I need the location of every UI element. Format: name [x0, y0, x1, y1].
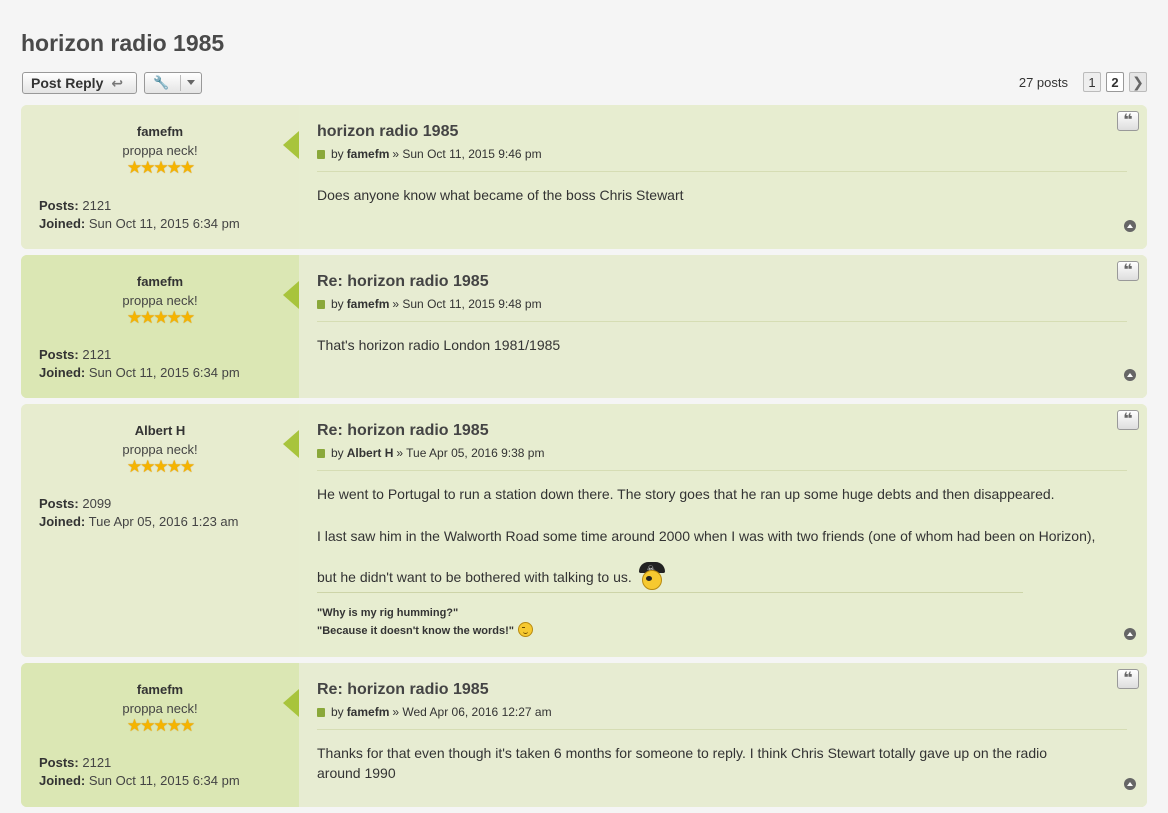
page-title[interactable]: horizon radio 1985 — [21, 30, 224, 57]
post-title[interactable]: horizon radio 1985 — [317, 123, 458, 141]
divider — [317, 171, 1127, 172]
file-icon[interactable] — [317, 448, 325, 458]
joined-stat: Joined: Tue Apr 05, 2016 1:23 am — [39, 514, 239, 529]
file-icon[interactable] — [317, 149, 325, 159]
divider — [180, 75, 181, 91]
post: famefm proppa neck! ★★★★★ Posts: 2121 Jo… — [21, 663, 1147, 807]
arrow-up-circle-icon[interactable] — [1124, 778, 1136, 790]
post-arrow — [283, 281, 299, 309]
quote-icon[interactable]: ❝ — [1117, 261, 1139, 281]
post-reply-button[interactable]: Post Reply ↩ — [22, 72, 137, 94]
post-title[interactable]: Re: horizon radio 1985 — [317, 273, 489, 291]
post-author-link[interactable]: famefm — [347, 297, 390, 311]
post-profile: famefm proppa neck! ★★★★★ Posts: 2121 Jo… — [21, 255, 299, 398]
wink-smiley-icon — [518, 622, 534, 637]
divider — [317, 321, 1127, 322]
post-meta: by famefm » Sun Oct 11, 2015 9:46 pm — [317, 147, 542, 161]
user-rank: proppa neck! — [122, 442, 198, 457]
posts-stat: Posts: 2121 — [39, 755, 112, 770]
post: famefm proppa neck! ★★★★★ Posts: 2121 Jo… — [21, 105, 1147, 249]
user-rank: proppa neck! — [122, 293, 198, 308]
post-arrow — [283, 430, 299, 458]
post-body: Re: horizon radio 1985 by famefm » Wed A… — [299, 663, 1147, 807]
arrow-up-circle-icon[interactable] — [1124, 628, 1136, 640]
username[interactable]: famefm — [21, 274, 299, 289]
rank-stars-icon: ★★★★★ — [126, 158, 195, 177]
joined-stat: Joined: Sun Oct 11, 2015 6:34 pm — [39, 365, 240, 380]
username[interactable]: famefm — [21, 124, 299, 139]
reply-arrow-icon: ↩ — [111, 74, 124, 91]
post-profile: Albert H proppa neck! ★★★★★ Posts: 2099 … — [21, 404, 299, 657]
post-title[interactable]: Re: horizon radio 1985 — [317, 422, 489, 440]
arrow-up-circle-icon[interactable] — [1124, 220, 1136, 232]
post: Albert H proppa neck! ★★★★★ Posts: 2099 … — [21, 404, 1147, 657]
post-content: Does anyone know what became of the boss… — [317, 187, 684, 203]
rank-stars-icon: ★★★★★ — [126, 457, 195, 476]
post-content: Thanks for that even though it's taken 6… — [317, 745, 1048, 781]
rank-stars-icon: ★★★★★ — [126, 716, 195, 735]
post-arrow — [283, 131, 299, 159]
action-bar: Post Reply ↩ 🔧 27 posts 1 2 ❯ — [21, 72, 1147, 96]
post: famefm proppa neck! ★★★★★ Posts: 2121 Jo… — [21, 255, 1147, 398]
joined-stat: Joined: Sun Oct 11, 2015 6:34 pm — [39, 216, 240, 231]
pagination: 27 posts 1 2 ❯ — [1019, 72, 1147, 92]
post-author-link[interactable]: Albert H — [347, 446, 394, 460]
user-rank: proppa neck! — [122, 143, 198, 158]
post-meta: by famefm » Wed Apr 06, 2016 12:27 am — [317, 705, 552, 719]
post-body: horizon radio 1985 by famefm » Sun Oct 1… — [299, 105, 1147, 249]
post-profile: famefm proppa neck! ★★★★★ Posts: 2121 Jo… — [21, 105, 299, 249]
post-body: Re: horizon radio 1985 by famefm » Sun O… — [299, 255, 1147, 398]
pirate-smiley-icon — [638, 559, 666, 590]
rank-stars-icon: ★★★★★ — [126, 308, 195, 327]
post-reply-label: Post Reply — [31, 75, 104, 91]
quote-icon[interactable]: ❝ — [1117, 111, 1139, 131]
posts-stat: Posts: 2121 — [39, 198, 112, 213]
chevron-down-icon — [187, 80, 195, 85]
file-icon[interactable] — [317, 707, 325, 717]
posts-stat: Posts: 2121 — [39, 347, 112, 362]
file-icon[interactable] — [317, 299, 325, 309]
username[interactable]: famefm — [21, 682, 299, 697]
posts-stat: Posts: 2099 — [39, 496, 112, 511]
post-body: Re: horizon radio 1985 by Albert H » Tue… — [299, 404, 1147, 657]
post-title[interactable]: Re: horizon radio 1985 — [317, 681, 489, 699]
post-content: He went to Portugal to run a station dow… — [317, 484, 1117, 590]
post-meta: by Albert H » Tue Apr 05, 2016 9:38 pm — [317, 446, 544, 460]
divider — [317, 729, 1127, 730]
joined-stat: Joined: Sun Oct 11, 2015 6:34 pm — [39, 773, 240, 788]
signature: "Why is my rig humming?" "Because it doe… — [317, 604, 534, 640]
username[interactable]: Albert H — [21, 423, 299, 438]
post-profile: famefm proppa neck! ★★★★★ Posts: 2121 Jo… — [21, 663, 299, 807]
post-meta: by famefm » Sun Oct 11, 2015 9:48 pm — [317, 297, 542, 311]
chevron-right-icon[interactable]: ❯ — [1129, 72, 1147, 92]
post-author-link[interactable]: famefm — [347, 705, 390, 719]
quote-icon[interactable]: ❝ — [1117, 669, 1139, 689]
post-content: That's horizon radio London 1981/1985 — [317, 337, 561, 353]
post-author-link[interactable]: famefm — [347, 147, 390, 161]
user-rank: proppa neck! — [122, 701, 198, 716]
quote-icon[interactable]: ❝ — [1117, 410, 1139, 430]
posts-count: 27 posts — [1018, 74, 1068, 90]
topic-page: horizon radio 1985 Post Reply ↩ 🔧 27 pos… — [0, 0, 1168, 813]
arrow-up-circle-icon[interactable] — [1124, 369, 1136, 381]
page-2-current[interactable]: 2 — [1106, 72, 1124, 92]
topic-tools-button[interactable]: 🔧 — [144, 72, 202, 94]
wrench-icon: 🔧 — [153, 75, 170, 90]
divider — [317, 470, 1127, 471]
page-1-link[interactable]: 1 — [1083, 72, 1101, 92]
signature-divider — [317, 592, 1023, 593]
post-arrow — [283, 689, 299, 717]
